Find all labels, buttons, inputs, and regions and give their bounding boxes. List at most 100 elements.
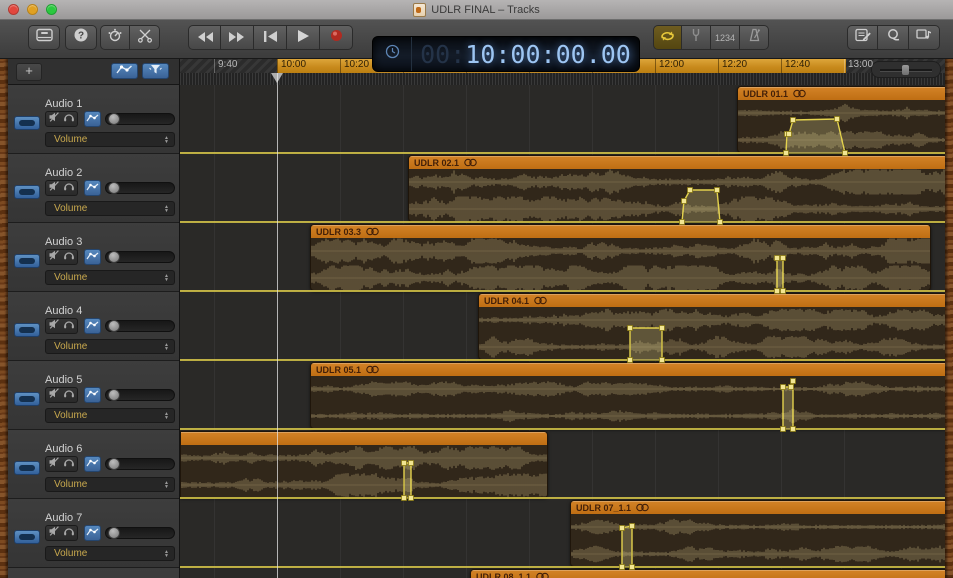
editors-button[interactable] [130,25,160,50]
mute-button[interactable] [45,525,62,541]
mute-button[interactable] [45,249,62,265]
volume-slider-knob[interactable] [108,458,120,470]
loop-browser-button[interactable] [878,25,909,50]
solo-button[interactable] [61,111,78,127]
tuner-button[interactable] [682,25,711,50]
automation-parameter-select[interactable]: Volume ▲▼ [45,339,175,354]
track-icon[interactable] [14,392,40,406]
region-name: UDLR 05.1 [316,365,361,375]
audio-region[interactable] [180,431,548,498]
track-header[interactable]: Audio 4 Volume ▲▼ [8,292,179,361]
solo-button[interactable] [61,180,78,196]
automation-parameter-select[interactable]: Volume ▲▼ [45,546,175,561]
track-header[interactable]: Audio 1 Volume ▲▼ [8,85,179,154]
track-filter-button[interactable] [142,63,169,79]
track-header[interactable]: Audio 6 Volume ▲▼ [8,430,179,499]
show-automation-button[interactable] [111,63,138,79]
track-icon[interactable] [14,530,40,544]
smart-controls-button[interactable] [100,25,130,50]
track-automation-toggle[interactable] [84,249,101,265]
region-header[interactable]: UDLR 04.1 [479,294,945,307]
audio-region[interactable]: UDLR 07_1.1 [570,500,945,567]
library-button[interactable] [28,25,60,50]
mute-button[interactable] [45,387,62,403]
solo-button[interactable] [61,456,78,472]
audio-region[interactable]: UDLR 05.1 [310,362,945,429]
track-header[interactable]: Audio 2 Volume ▲▼ [8,154,179,223]
track-automation-toggle[interactable] [84,111,101,127]
track-header[interactable]: Audio 5 Volume ▲▼ [8,361,179,430]
volume-slider-knob[interactable] [108,251,120,263]
audio-region[interactable]: UDLR 04.1 [478,293,945,360]
tracks-timeline[interactable]: UDLR 01.1 UDLR 02.1 UDLR 03.3 [180,85,945,578]
solo-button[interactable] [61,318,78,334]
lcd-mode-selector[interactable] [373,37,412,71]
track-icon[interactable] [14,185,40,199]
volume-slider[interactable] [105,113,175,125]
mute-button[interactable] [45,456,62,472]
titlebar[interactable]: UDLR FINAL – Tracks [0,0,953,20]
track-header[interactable] [8,568,179,578]
volume-slider-knob[interactable] [108,182,120,194]
automation-parameter-select[interactable]: Volume ▲▼ [45,201,175,216]
region-header[interactable]: UDLR 01.1 [738,87,945,100]
zoom-slider-knob[interactable] [902,65,909,75]
mute-button[interactable] [45,180,62,196]
fast-forward-button[interactable] [221,25,254,50]
automation-parameter-select[interactable]: Volume ▲▼ [45,477,175,492]
play-button[interactable] [287,25,320,50]
track-automation-toggle[interactable] [84,180,101,196]
solo-button[interactable] [61,387,78,403]
region-header[interactable]: UDLR 03.3 [311,225,930,238]
volume-slider[interactable] [105,527,175,539]
volume-slider[interactable] [105,251,175,263]
audio-region[interactable]: UDLR 03.3 [310,224,931,291]
track-header[interactable]: Audio 3 Volume ▲▼ [8,223,179,292]
media-browser-button[interactable] [909,25,940,50]
zoom-slider[interactable] [871,61,941,78]
go-to-beginning-button[interactable] [254,25,287,50]
track-header[interactable]: Audio 7 Volume ▲▼ [8,499,179,568]
playhead[interactable] [277,73,278,578]
quick-help-button[interactable]: ? [65,25,97,50]
track-automation-toggle[interactable] [84,456,101,472]
solo-button[interactable] [61,249,78,265]
automation-parameter-select[interactable]: Volume ▲▼ [45,408,175,423]
cycle-button[interactable] [653,25,682,50]
mute-button[interactable] [45,111,62,127]
record-button[interactable] [320,25,353,50]
track-automation-toggle[interactable] [84,318,101,334]
track-icon[interactable] [14,461,40,475]
region-header[interactable]: UDLR 05.1 [311,363,945,376]
volume-slider-knob[interactable] [108,527,120,539]
audio-region[interactable]: UDLR 01.1 [737,86,945,153]
metronome-button[interactable] [740,25,769,50]
volume-slider-knob[interactable] [108,389,120,401]
notepad-button[interactable] [847,25,878,50]
volume-slider[interactable] [105,182,175,194]
track-automation-toggle[interactable] [84,525,101,541]
volume-slider-knob[interactable] [108,320,120,332]
solo-button[interactable] [61,525,78,541]
track-icon[interactable] [14,116,40,130]
add-track-button[interactable]: + [16,63,42,81]
rewind-button[interactable] [188,25,221,50]
region-header[interactable]: UDLR 08_1.1 [471,570,945,578]
track-icon[interactable] [14,323,40,337]
automation-parameter-select[interactable]: Volume ▲▼ [45,132,175,147]
region-header[interactable]: UDLR 07_1.1 [571,501,945,514]
track-automation-toggle[interactable] [84,387,101,403]
audio-region[interactable]: UDLR 02.1 [408,155,945,222]
count-in-button[interactable]: 1234 [711,25,740,50]
audio-region[interactable]: UDLR 08_1.1 [470,569,945,578]
volume-slider[interactable] [105,320,175,332]
volume-slider-knob[interactable] [108,113,120,125]
lcd-display[interactable]: 00: 10:00:00.00 [372,36,640,72]
region-header[interactable]: UDLR 02.1 [409,156,945,169]
volume-slider[interactable] [105,458,175,470]
volume-slider[interactable] [105,389,175,401]
mute-button[interactable] [45,318,62,334]
region-header[interactable] [181,432,547,445]
track-icon[interactable] [14,254,40,268]
automation-parameter-select[interactable]: Volume ▲▼ [45,270,175,285]
